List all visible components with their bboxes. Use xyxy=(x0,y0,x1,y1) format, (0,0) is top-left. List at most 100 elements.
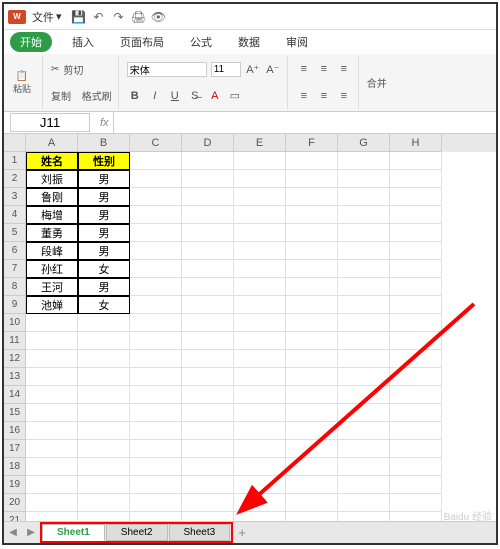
cell[interactable] xyxy=(78,404,130,422)
fx-icon[interactable]: fx xyxy=(100,117,109,129)
cell[interactable] xyxy=(286,296,338,314)
row-header[interactable]: 7 xyxy=(4,260,26,278)
cell[interactable] xyxy=(390,314,442,332)
cell[interactable] xyxy=(234,512,286,521)
cell[interactable] xyxy=(390,458,442,476)
cell[interactable] xyxy=(390,494,442,512)
cell[interactable] xyxy=(26,476,78,494)
col-header[interactable]: D xyxy=(182,134,234,152)
cell[interactable] xyxy=(286,152,338,170)
cell[interactable] xyxy=(234,476,286,494)
cell[interactable] xyxy=(338,314,390,332)
col-header[interactable]: B xyxy=(78,134,130,152)
cell[interactable] xyxy=(338,152,390,170)
cell[interactable] xyxy=(338,368,390,386)
row-header[interactable]: 20 xyxy=(4,494,26,512)
add-sheet-button[interactable]: + xyxy=(233,525,251,540)
cell[interactable] xyxy=(338,494,390,512)
align-bot-icon[interactable]: ≡ xyxy=(336,61,352,77)
cell[interactable] xyxy=(130,278,182,296)
font-size-select[interactable] xyxy=(211,62,241,77)
cell[interactable]: 孙红 xyxy=(26,260,78,278)
cell[interactable] xyxy=(234,224,286,242)
strike-button[interactable]: S̶ xyxy=(187,88,203,104)
cell[interactable] xyxy=(286,494,338,512)
cell[interactable] xyxy=(286,260,338,278)
col-header[interactable]: H xyxy=(390,134,442,152)
cell[interactable] xyxy=(338,386,390,404)
cell[interactable] xyxy=(338,476,390,494)
cell[interactable] xyxy=(338,440,390,458)
cell[interactable] xyxy=(234,206,286,224)
cell[interactable] xyxy=(130,314,182,332)
cell[interactable] xyxy=(390,260,442,278)
tab-data[interactable]: 数据 xyxy=(232,32,266,52)
cell[interactable] xyxy=(130,188,182,206)
cell[interactable] xyxy=(234,278,286,296)
row-header[interactable]: 13 xyxy=(4,368,26,386)
cell[interactable] xyxy=(26,458,78,476)
row-header[interactable]: 8 xyxy=(4,278,26,296)
cell[interactable] xyxy=(338,260,390,278)
bold-button[interactable]: B xyxy=(127,88,143,104)
paste-button[interactable]: 📋 粘贴 xyxy=(8,71,36,95)
cell[interactable] xyxy=(390,422,442,440)
sheet-nav-prev[interactable]: ◀ xyxy=(4,527,22,538)
cell[interactable] xyxy=(78,350,130,368)
cell[interactable]: 池婵 xyxy=(26,296,78,314)
select-all-corner[interactable] xyxy=(4,134,26,152)
cell[interactable]: 男 xyxy=(78,188,130,206)
cell[interactable] xyxy=(78,386,130,404)
cell[interactable] xyxy=(130,206,182,224)
cell[interactable] xyxy=(26,350,78,368)
cell[interactable] xyxy=(390,188,442,206)
cell[interactable] xyxy=(234,494,286,512)
cell[interactable] xyxy=(182,224,234,242)
name-box[interactable] xyxy=(10,113,90,132)
cell[interactable] xyxy=(182,404,234,422)
cell[interactable] xyxy=(130,368,182,386)
row-header[interactable]: 6 xyxy=(4,242,26,260)
font-color-button[interactable]: A xyxy=(207,88,223,104)
cell[interactable] xyxy=(390,296,442,314)
cell[interactable] xyxy=(390,368,442,386)
formula-bar[interactable] xyxy=(113,112,496,133)
fill-color-button[interactable]: ▭ xyxy=(227,88,243,104)
italic-button[interactable]: I xyxy=(147,88,163,104)
cell[interactable] xyxy=(130,332,182,350)
increase-font-icon[interactable]: A⁺ xyxy=(245,61,261,77)
cell[interactable]: 男 xyxy=(78,242,130,260)
cell[interactable] xyxy=(130,440,182,458)
cell[interactable] xyxy=(234,404,286,422)
cell[interactable] xyxy=(26,422,78,440)
print-icon[interactable]: 🖨 xyxy=(132,10,146,24)
cell[interactable] xyxy=(26,332,78,350)
cell[interactable] xyxy=(234,440,286,458)
cell[interactable] xyxy=(286,188,338,206)
col-header[interactable]: G xyxy=(338,134,390,152)
cell[interactable] xyxy=(130,224,182,242)
cell[interactable]: 男 xyxy=(78,224,130,242)
row-header[interactable]: 12 xyxy=(4,350,26,368)
cell[interactable] xyxy=(390,512,442,521)
col-header[interactable]: E xyxy=(234,134,286,152)
cell[interactable] xyxy=(234,296,286,314)
redo-icon[interactable]: ↷ xyxy=(112,10,126,24)
row-header[interactable]: 18 xyxy=(4,458,26,476)
cell[interactable] xyxy=(26,386,78,404)
cell[interactable] xyxy=(390,242,442,260)
sheet-tab-3[interactable]: Sheet3 xyxy=(169,524,231,541)
cell[interactable] xyxy=(286,368,338,386)
align-center-icon[interactable]: ≡ xyxy=(316,88,332,104)
cell[interactable] xyxy=(234,152,286,170)
cell[interactable] xyxy=(338,224,390,242)
cell[interactable] xyxy=(390,332,442,350)
cell[interactable] xyxy=(182,152,234,170)
align-right-icon[interactable]: ≡ xyxy=(336,88,352,104)
cell[interactable] xyxy=(234,188,286,206)
cell[interactable]: 鲁刚 xyxy=(26,188,78,206)
cell[interactable] xyxy=(182,494,234,512)
cell[interactable] xyxy=(390,350,442,368)
cell[interactable] xyxy=(78,458,130,476)
cell[interactable] xyxy=(338,206,390,224)
